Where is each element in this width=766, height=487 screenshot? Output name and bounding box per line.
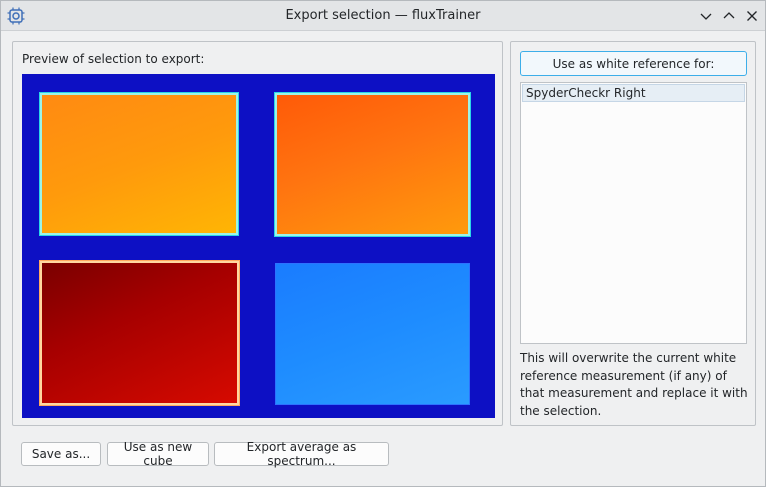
window-title: Export selection — fluxTrainer xyxy=(285,8,481,23)
use-as-new-cube-button[interactable]: Use as new cube xyxy=(107,440,209,468)
preview-patch-top-left xyxy=(40,93,238,235)
white-reference-group: Use as white reference for: SpyderCheckr… xyxy=(510,41,756,426)
maximize-button[interactable] xyxy=(719,6,739,26)
preview-label: Preview of selection to export: xyxy=(22,52,205,66)
minimize-button[interactable] xyxy=(696,6,716,26)
overwrite-note: This will overwrite the current white re… xyxy=(520,351,748,418)
preview-image xyxy=(22,74,495,418)
preview-patch-bottom-right xyxy=(275,263,470,405)
chevron-up-icon xyxy=(723,12,735,19)
preview-patch-top-right xyxy=(275,93,470,236)
use-as-white-reference-button[interactable]: Use as white reference for: xyxy=(520,51,747,76)
close-icon xyxy=(747,11,757,21)
save-as-button[interactable]: Save as... xyxy=(21,442,101,466)
chevron-down-icon xyxy=(700,13,712,20)
close-button[interactable] xyxy=(742,6,762,26)
export-average-button[interactable]: Export average as spectrum... xyxy=(214,440,389,468)
title-bar[interactable]: Export selection — fluxTrainer xyxy=(1,1,765,31)
preview-group: Preview of selection to export: xyxy=(12,41,503,426)
export-selection-window: Export selection — fluxTrainer Preview o… xyxy=(0,0,766,487)
preview-patch-bottom-left xyxy=(40,261,239,405)
list-item[interactable]: SpyderCheckr Right xyxy=(522,84,745,102)
measurement-list[interactable]: SpyderCheckr Right xyxy=(520,82,747,344)
